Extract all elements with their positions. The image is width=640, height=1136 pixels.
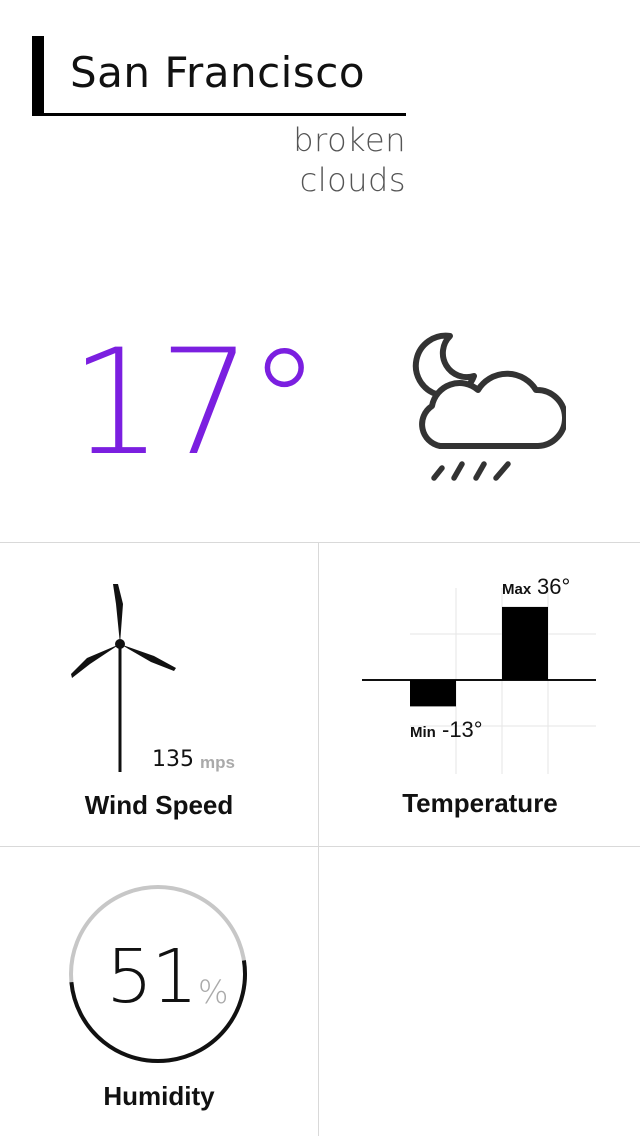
temperature-bar-min xyxy=(410,680,456,707)
temperature-label: Temperature xyxy=(402,788,558,818)
current-temperature: 17° xyxy=(70,318,321,488)
grid-divider-middle xyxy=(0,846,640,847)
wind-speed-unit: mps xyxy=(200,753,235,772)
grid-divider-vertical xyxy=(318,542,319,1136)
header-divider xyxy=(32,113,406,116)
wind-speed-label: Wind Speed xyxy=(84,790,234,820)
max-temperature-label: Max xyxy=(502,581,532,598)
humidity-label: Humidity xyxy=(103,1081,215,1111)
humidity-unit: % xyxy=(198,973,229,1011)
wind-speed-value: 135 xyxy=(152,747,194,772)
weather-condition: broken clouds xyxy=(293,121,406,199)
grid-divider-top xyxy=(0,542,640,543)
min-temperature-value: -13° xyxy=(442,717,483,742)
moon-cloud-rain-icon xyxy=(412,332,566,481)
wind-turbine-icon xyxy=(71,584,176,772)
humidity-value: 51 xyxy=(106,934,198,1020)
city-name: San Francisco xyxy=(70,48,366,97)
temperature-bar-max xyxy=(502,606,548,680)
header-accent-bar xyxy=(32,36,44,114)
temperature-chart xyxy=(362,588,596,774)
min-temperature-label: Min xyxy=(410,724,436,741)
max-temperature-value: 36° xyxy=(537,574,571,599)
